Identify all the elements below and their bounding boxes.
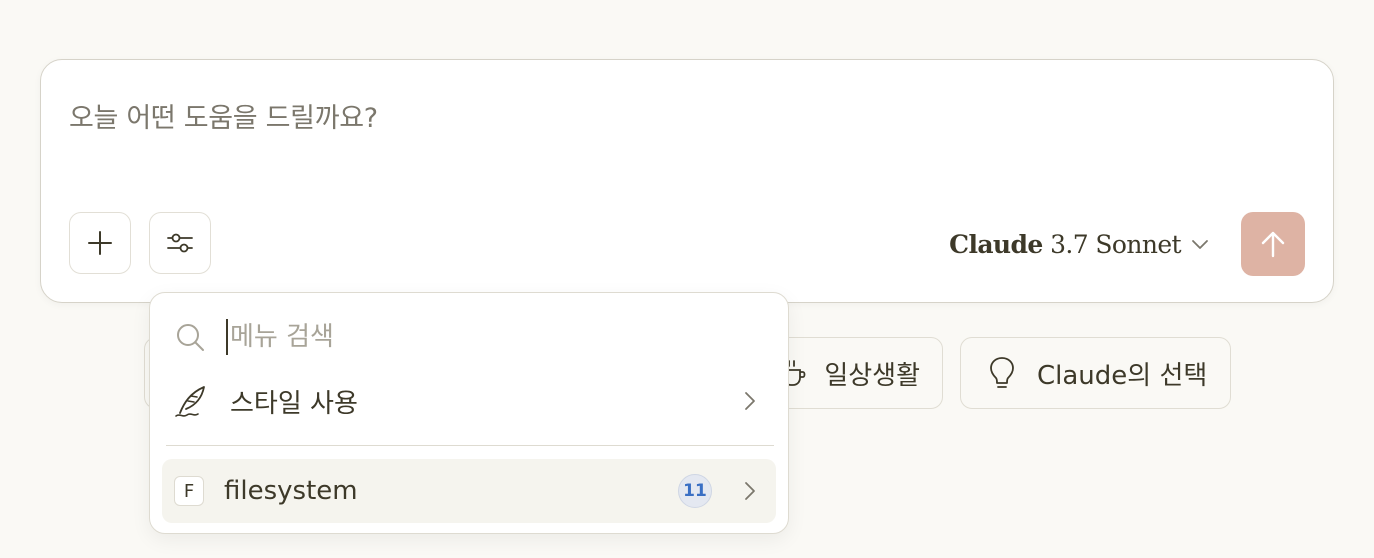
prompt-input[interactable]: 오늘 어떤 도움을 드릴까요? — [69, 96, 378, 135]
plus-icon — [88, 231, 112, 255]
tools-button[interactable] — [149, 212, 211, 274]
menu-item-use-style[interactable]: 스타일 사용 — [162, 369, 776, 433]
model-version: 3.7 Sonnet — [1050, 229, 1182, 259]
lightbulb-icon — [990, 357, 1014, 388]
chat-composer[interactable]: 오늘 어떤 도움을 드릴까요? Claude 3.7 Sonnet — [40, 59, 1334, 303]
model-selector[interactable]: Claude 3.7 Sonnet — [949, 226, 1209, 262]
suggestion-chip-claude-choice[interactable]: Claude의 선택 — [960, 337, 1231, 409]
model-name: Claude 3.7 Sonnet — [949, 230, 1181, 259]
app-root: 오늘 어떤 도움을 드릴까요? Claude 3.7 Sonnet 일상생활 C… — [0, 0, 1374, 558]
model-brand: Claude — [949, 229, 1043, 259]
chevron-down-icon — [1192, 240, 1208, 249]
menu-item-label: filesystem — [224, 476, 358, 506]
add-content-button[interactable] — [69, 212, 131, 274]
sliders-icon — [167, 233, 193, 253]
send-button[interactable] — [1241, 212, 1305, 276]
menu-item-label: 스타일 사용 — [230, 388, 358, 419]
tools-menu: 스타일 사용 F filesystem 11 — [149, 292, 789, 534]
chevron-right-icon — [745, 482, 755, 500]
menu-item-filesystem[interactable]: F filesystem 11 — [162, 459, 776, 523]
suggestion-label: 일상생활 — [824, 360, 920, 391]
filesystem-letter-icon: F — [174, 476, 204, 506]
chevron-right-icon — [745, 392, 755, 410]
menu-divider — [166, 445, 774, 446]
tool-count-badge: 11 — [678, 474, 712, 508]
suggestion-label: Claude의 선택 — [1037, 360, 1208, 391]
quill-icon — [175, 386, 205, 417]
menu-search-input[interactable] — [226, 319, 730, 355]
arrow-up-icon — [1261, 231, 1285, 258]
search-icon — [177, 324, 204, 351]
menu-search — [174, 317, 764, 357]
